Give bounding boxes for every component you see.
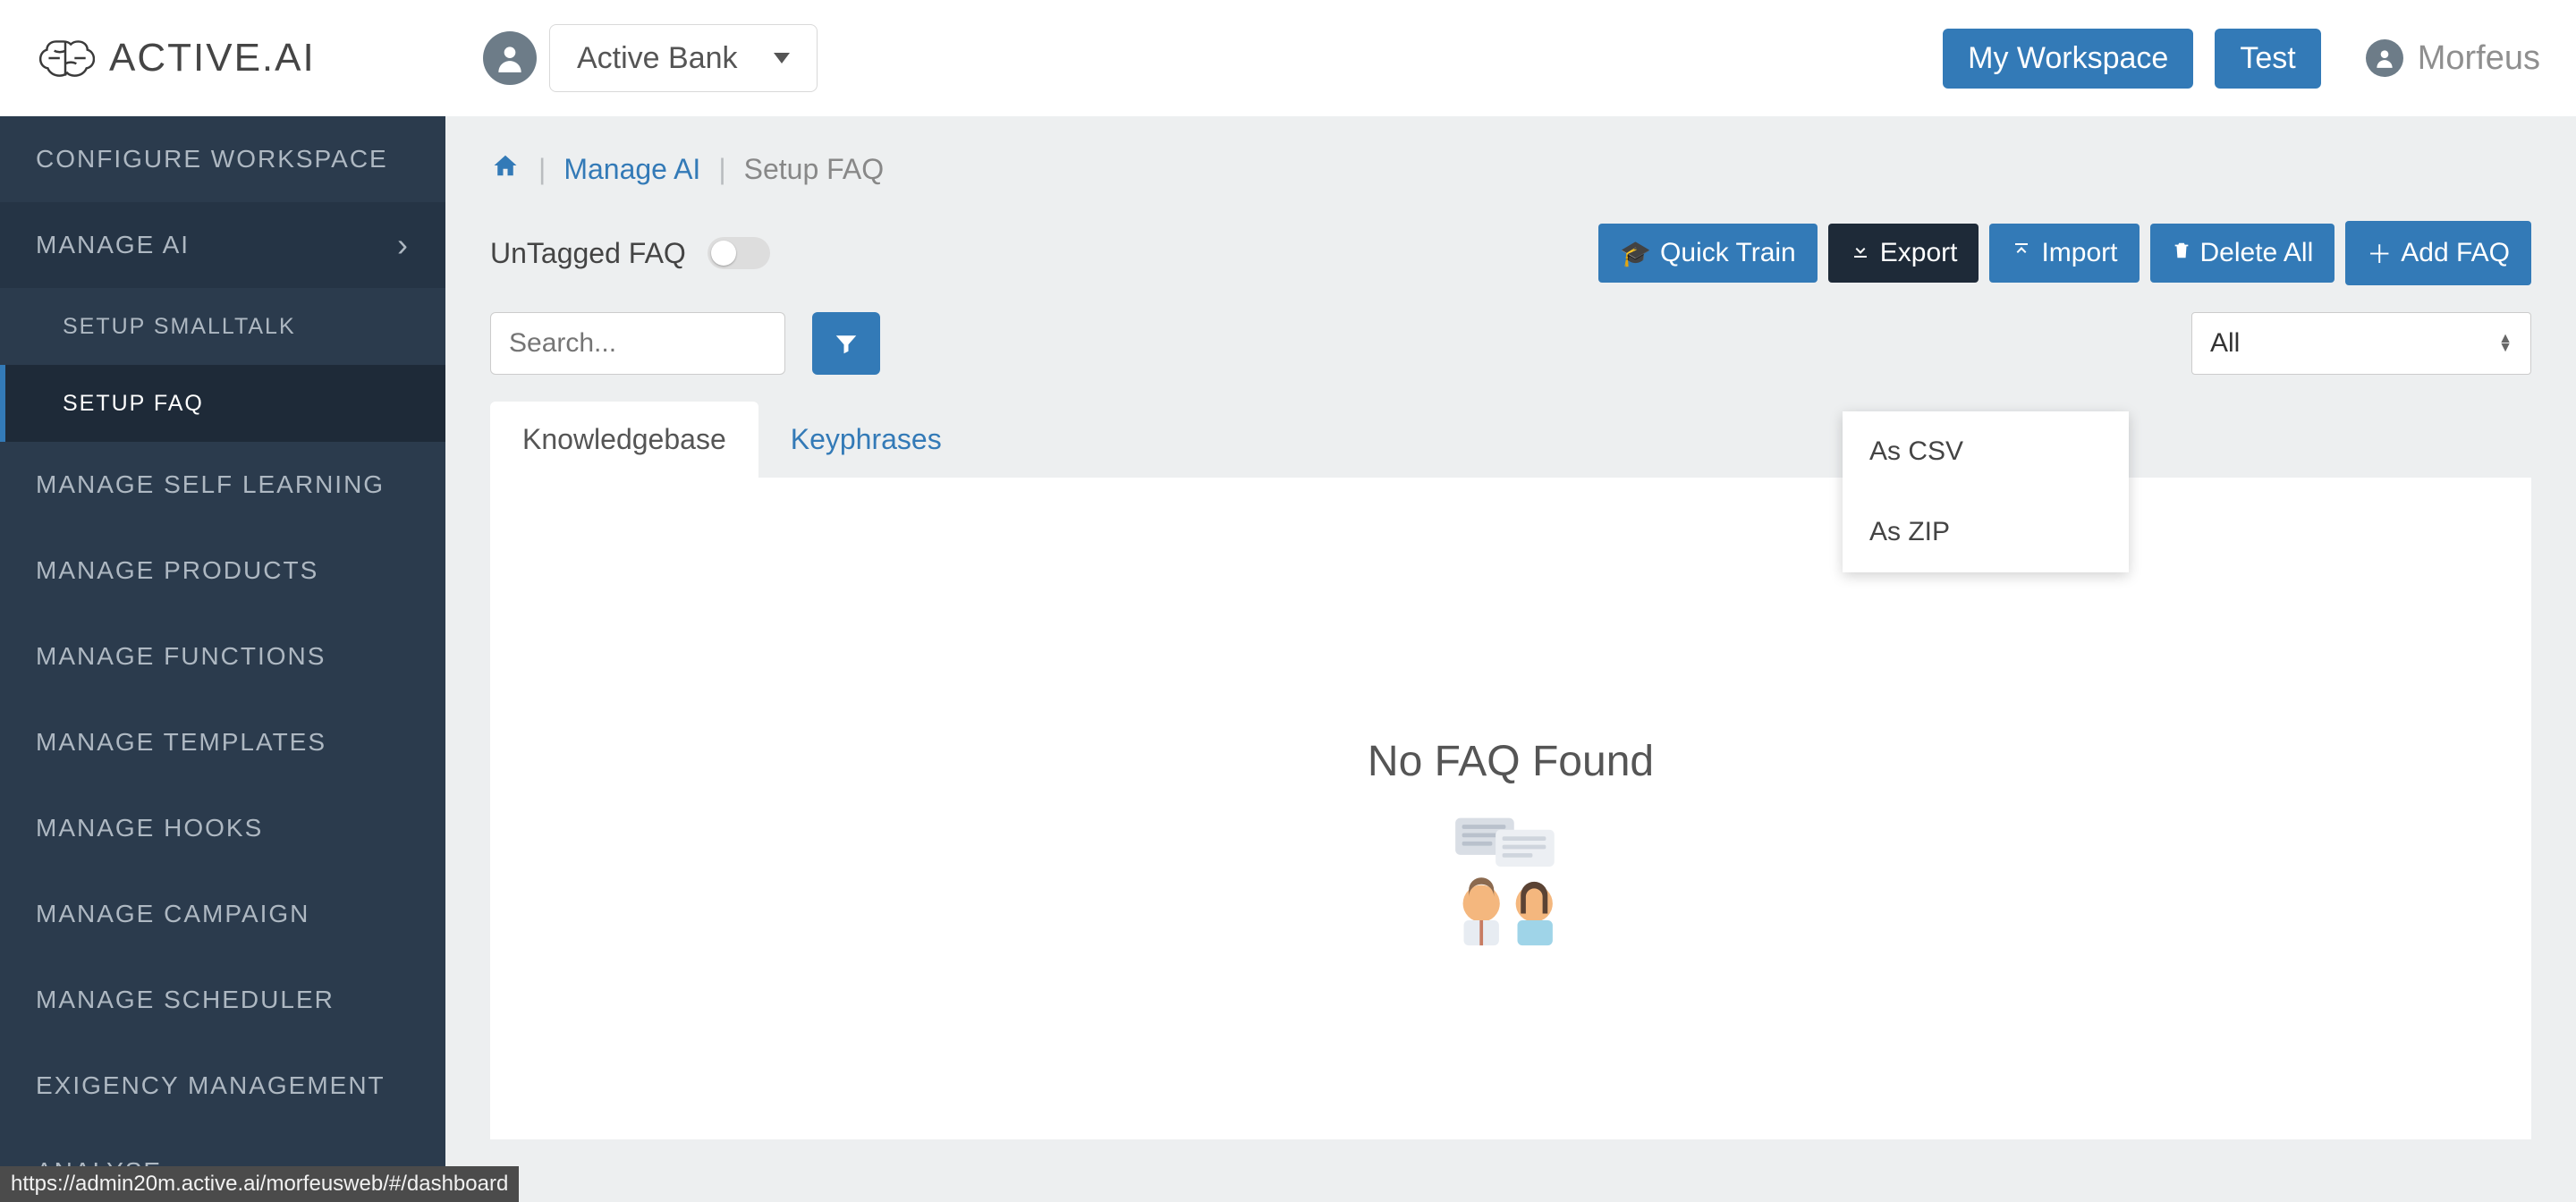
test-button[interactable]: Test bbox=[2215, 29, 2320, 89]
search-row: ✖ All ▲▼ bbox=[490, 312, 2531, 375]
my-workspace-button[interactable]: My Workspace bbox=[1943, 29, 2193, 89]
sidebar-item-configure-workspace[interactable]: Configure Workspace bbox=[0, 116, 445, 202]
sidebar-item-label: Manage Templates bbox=[36, 728, 326, 757]
sidebar-subitem-setup-smalltalk[interactable]: Setup Smalltalk bbox=[0, 288, 445, 365]
tabs: Knowledgebase Keyphrases bbox=[490, 402, 2531, 478]
logo-text: ACTIVE.AI bbox=[109, 36, 316, 80]
breadcrumb-manage-ai[interactable]: Manage AI bbox=[564, 153, 700, 186]
export-button[interactable]: Export bbox=[1828, 224, 1979, 283]
delete-all-button[interactable]: Delete All bbox=[2150, 224, 2335, 283]
select-value: All bbox=[2210, 328, 2240, 359]
untagged-faq-label: UnTagged FAQ bbox=[490, 237, 686, 270]
upload-icon bbox=[2011, 239, 2032, 267]
sort-arrows-icon: ▲▼ bbox=[2498, 334, 2512, 352]
export-as-csv[interactable]: As CSV bbox=[1843, 411, 2129, 492]
empty-state-title: No FAQ Found bbox=[1368, 737, 1654, 786]
button-label: Import bbox=[2041, 238, 2117, 268]
empty-state-illustration bbox=[1444, 813, 1578, 947]
sidebar-item-manage-products[interactable]: Manage Products bbox=[0, 528, 445, 614]
sidebar-item-manage-scheduler[interactable]: Manage Scheduler bbox=[0, 957, 445, 1043]
quick-train-button[interactable]: 🎓 Quick Train bbox=[1598, 224, 1818, 283]
category-filter-select[interactable]: All ▲▼ bbox=[2191, 312, 2531, 375]
sidebar-item-manage-self-learning[interactable]: Manage Self Learning bbox=[0, 442, 445, 528]
filter-icon bbox=[833, 330, 860, 357]
sidebar-item-manage-campaign[interactable]: Manage Campaign bbox=[0, 871, 445, 957]
button-label: Quick Train bbox=[1660, 238, 1796, 268]
button-label: Delete All bbox=[2200, 238, 2314, 268]
username: Morfeus bbox=[2418, 39, 2540, 78]
export-dropdown: As CSV As ZIP bbox=[1843, 411, 2129, 572]
sidebar-item-label: Manage Hooks bbox=[36, 814, 263, 842]
tab-knowledgebase[interactable]: Knowledgebase bbox=[490, 402, 758, 478]
sidebar-item-label: Manage AI bbox=[36, 231, 190, 259]
sidebar-item-label: Setup FAQ bbox=[63, 391, 204, 417]
sidebar-item-exigency-management[interactable]: Exigency Management bbox=[0, 1043, 445, 1129]
caret-down-icon bbox=[774, 53, 790, 63]
sidebar-item-label: Manage Self Learning bbox=[36, 470, 385, 499]
main-content: | Manage AI | Setup FAQ UnTagged FAQ 🎓 Q… bbox=[445, 116, 2576, 1202]
sidebar-subitem-setup-faq[interactable]: Setup FAQ bbox=[0, 365, 445, 442]
export-as-zip[interactable]: As ZIP bbox=[1843, 492, 2129, 572]
trash-icon bbox=[2172, 239, 2191, 267]
sidebar-item-manage-templates[interactable]: Manage Templates bbox=[0, 699, 445, 785]
tab-keyphrases[interactable]: Keyphrases bbox=[758, 402, 974, 478]
add-faq-button[interactable]: ＋ Add FAQ bbox=[2345, 221, 2531, 285]
sidebar-item-label: Configure Workspace bbox=[36, 145, 388, 174]
search-input[interactable] bbox=[509, 328, 854, 359]
brain-icon bbox=[36, 36, 95, 80]
workspace-name: Active Bank bbox=[577, 41, 738, 76]
home-icon[interactable] bbox=[490, 152, 521, 187]
workspace-avatar-icon bbox=[483, 31, 537, 85]
chevron-right-icon: › bbox=[397, 229, 410, 261]
breadcrumb-current: Setup FAQ bbox=[744, 153, 885, 186]
sidebar-item-manage-hooks[interactable]: Manage Hooks bbox=[0, 785, 445, 871]
breadcrumb: | Manage AI | Setup FAQ bbox=[490, 152, 2531, 187]
user-avatar-icon bbox=[2366, 39, 2403, 77]
sidebar-item-label: Manage Functions bbox=[36, 642, 326, 671]
filter-button[interactable] bbox=[812, 312, 880, 375]
logo[interactable]: ACTIVE.AI bbox=[36, 36, 483, 80]
sidebar-item-label: Manage Products bbox=[36, 556, 318, 585]
sidebar-item-manage-ai[interactable]: Manage AI › bbox=[0, 202, 445, 288]
graduation-cap-icon: 🎓 bbox=[1620, 239, 1651, 268]
button-label: Add FAQ bbox=[2401, 238, 2510, 268]
user-menu[interactable]: Morfeus bbox=[2366, 39, 2540, 78]
sidebar-item-label: Manage Campaign bbox=[36, 900, 309, 928]
sidebar: Configure Workspace Manage AI › Setup Sm… bbox=[0, 116, 445, 1202]
plus-icon: ＋ bbox=[2367, 235, 2392, 271]
workspace-selector[interactable]: Active Bank bbox=[549, 24, 818, 92]
search-box: ✖ bbox=[490, 312, 785, 375]
toggle-knob bbox=[711, 241, 736, 266]
toolbar: UnTagged FAQ 🎓 Quick Train Export Import bbox=[490, 221, 2531, 285]
content-panel: No FAQ Found bbox=[490, 478, 2531, 1139]
button-label: Export bbox=[1880, 238, 1958, 268]
top-header: ACTIVE.AI Active Bank My Workspace Test … bbox=[0, 0, 2576, 116]
sidebar-item-label: Exigency Management bbox=[36, 1071, 386, 1100]
untagged-faq-toggle[interactable] bbox=[708, 237, 770, 269]
browser-status-url: https://admin20m.active.ai/morfeusweb/#/… bbox=[0, 1166, 519, 1202]
breadcrumb-separator: | bbox=[718, 153, 725, 186]
sidebar-item-label: Setup Smalltalk bbox=[63, 314, 296, 340]
breadcrumb-separator: | bbox=[538, 153, 546, 186]
sidebar-item-label: Manage Scheduler bbox=[36, 986, 335, 1014]
sidebar-item-manage-functions[interactable]: Manage Functions bbox=[0, 614, 445, 699]
download-icon bbox=[1850, 239, 1871, 267]
import-button[interactable]: Import bbox=[1989, 224, 2139, 283]
